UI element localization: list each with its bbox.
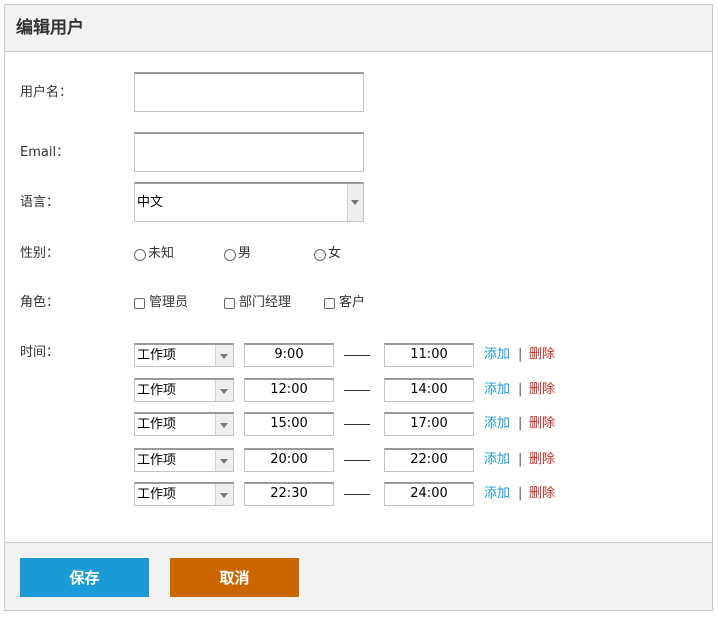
time-end-input[interactable]: 14:00 (384, 378, 474, 402)
time-end-input[interactable]: 22:00 (384, 448, 474, 472)
link-separator: | (518, 347, 523, 362)
time-range-dash (344, 494, 370, 495)
time-type-select[interactable]: 工作项 (134, 343, 234, 367)
language-dropdown-button[interactable] (347, 184, 363, 221)
add-time-link[interactable]: 添加 (484, 452, 510, 468)
time-start-input[interactable]: 22:30 (244, 482, 334, 506)
add-time-link[interactable]: 添加 (484, 486, 510, 502)
radio-icon[interactable] (134, 248, 146, 261)
save-button[interactable]: 保存 (20, 558, 149, 597)
time-start-input[interactable]: 12:00 (244, 378, 334, 402)
time-type-value: 工作项 (137, 417, 177, 432)
add-time-link[interactable]: 添加 (484, 382, 510, 398)
panel-footer: 保存 取消 (5, 542, 712, 610)
add-time-link[interactable]: 添加 (484, 416, 510, 432)
delete-time-link[interactable]: 删除 (529, 452, 555, 468)
time-row: 工作项 9:00 11:00 添加 | 删除 (5, 343, 705, 369)
checkbox-icon[interactable] (224, 298, 235, 309)
time-type-select[interactable]: 工作项 (134, 378, 234, 402)
time-type-dropdown-button[interactable] (215, 345, 233, 366)
email-label: Email： (20, 145, 70, 160)
time-type-select[interactable]: 工作项 (134, 482, 234, 506)
gender-option-unknown[interactable]: 未知 (134, 246, 174, 262)
checkbox-icon[interactable] (134, 298, 145, 309)
time-range-dash (344, 424, 370, 425)
role-label: 角色： (20, 295, 60, 310)
cancel-button[interactable]: 取消 (170, 558, 299, 597)
time-start-input[interactable]: 15:00 (244, 412, 334, 436)
language-select[interactable]: 中文 (134, 182, 364, 222)
role-option-label: 部门经理 (239, 295, 292, 310)
chevron-down-icon (351, 200, 359, 205)
time-type-dropdown-button[interactable] (215, 450, 233, 471)
time-row: 工作项 22:30 24:00 添加 | 删除 (5, 482, 705, 508)
gender-option-label: 男 (238, 246, 252, 261)
gender-option-label: 未知 (148, 246, 175, 261)
time-type-select[interactable]: 工作项 (134, 412, 234, 436)
time-range-dash (344, 355, 370, 356)
delete-time-link[interactable]: 删除 (529, 416, 555, 432)
link-separator: | (518, 452, 523, 467)
username-input[interactable] (134, 72, 364, 112)
time-end-input[interactable]: 24:00 (384, 482, 474, 506)
panel-header: 编辑用户 (5, 5, 712, 52)
page-title: 编辑用户 (16, 18, 84, 38)
time-type-value: 工作项 (137, 383, 177, 398)
time-start-input[interactable]: 9:00 (244, 343, 334, 367)
gender-option-label: 女 (328, 246, 342, 261)
edit-user-panel: 编辑用户 用户名： Email： 语言： 中文 性别： 未知 男 女 角色： 管… (4, 4, 713, 611)
add-time-link[interactable]: 添加 (484, 347, 510, 363)
chevron-down-icon (220, 389, 228, 394)
gender-option-male[interactable]: 男 (224, 246, 251, 262)
radio-icon[interactable] (314, 248, 326, 261)
email-input[interactable] (134, 132, 364, 172)
role-option-label: 管理员 (149, 295, 189, 310)
time-type-dropdown-button[interactable] (215, 414, 233, 435)
link-separator: | (518, 486, 523, 501)
checkbox-icon[interactable] (324, 298, 335, 309)
language-selected-value: 中文 (137, 195, 164, 210)
time-type-dropdown-button[interactable] (215, 484, 233, 505)
time-type-dropdown-button[interactable] (215, 380, 233, 401)
time-type-value: 工作项 (137, 487, 177, 502)
time-row: 工作项 20:00 22:00 添加 | 删除 (5, 448, 705, 474)
delete-time-link[interactable]: 删除 (529, 347, 555, 363)
time-start-input[interactable]: 20:00 (244, 448, 334, 472)
chevron-down-icon (220, 354, 228, 359)
time-range-dash (344, 460, 370, 461)
link-separator: | (518, 382, 523, 397)
language-label: 语言： (20, 195, 60, 210)
delete-time-link[interactable]: 删除 (529, 382, 555, 398)
time-end-input[interactable]: 17:00 (384, 412, 474, 436)
chevron-down-icon (220, 423, 228, 428)
gender-label: 性别： (20, 246, 60, 261)
role-option-dept-manager[interactable]: 部门经理 (224, 295, 291, 311)
time-range-dash (344, 390, 370, 391)
time-type-select[interactable]: 工作项 (134, 448, 234, 472)
radio-icon[interactable] (224, 248, 236, 261)
chevron-down-icon (220, 493, 228, 498)
time-end-input[interactable]: 11:00 (384, 343, 474, 367)
username-label: 用户名： (20, 85, 73, 100)
time-type-value: 工作项 (137, 453, 177, 468)
gender-option-female[interactable]: 女 (314, 246, 341, 262)
delete-time-link[interactable]: 删除 (529, 486, 555, 502)
role-option-admin[interactable]: 管理员 (134, 295, 188, 311)
time-type-value: 工作项 (137, 348, 177, 363)
link-separator: | (518, 416, 523, 431)
chevron-down-icon (220, 459, 228, 464)
role-option-customer[interactable]: 客户 (324, 295, 365, 311)
time-row: 工作项 15:00 17:00 添加 | 删除 (5, 412, 705, 438)
role-option-label: 客户 (339, 295, 366, 310)
time-row: 工作项 12:00 14:00 添加 | 删除 (5, 378, 705, 404)
